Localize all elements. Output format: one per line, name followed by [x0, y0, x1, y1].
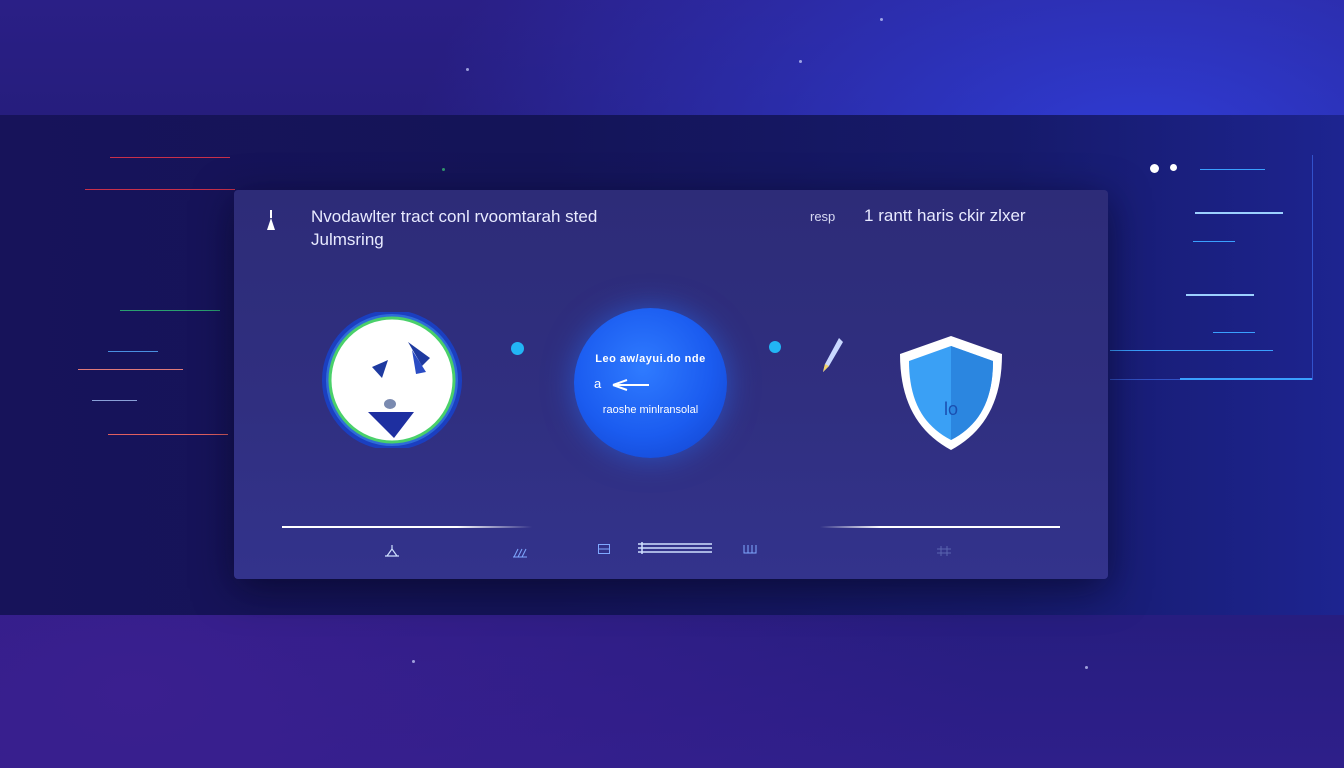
- progress-line-right: [820, 526, 1060, 528]
- deco-line: [108, 351, 158, 352]
- center-badge-line2: a: [594, 376, 651, 391]
- connector-dot: [511, 342, 524, 355]
- card-title: Nvodawlter tract conl rvoomtarah sted Ju…: [311, 205, 711, 251]
- progress-line-left: [282, 526, 532, 528]
- star: [1085, 666, 1088, 669]
- main-card: Nvodawlter tract conl rvoomtarah sted Ju…: [234, 190, 1108, 579]
- flask-small-icon[interactable]: [384, 545, 400, 557]
- menu-lines-icon[interactable]: [638, 542, 712, 554]
- card-title-line2: Julmsring: [311, 230, 384, 249]
- star: [442, 168, 445, 171]
- shield-icon[interactable]: lo: [894, 332, 1008, 454]
- columns-icon[interactable]: [743, 544, 757, 554]
- deco-line: [1110, 350, 1273, 351]
- deco-line: [120, 310, 220, 311]
- feather-icon: [823, 338, 843, 372]
- flask-icon: [267, 210, 275, 230]
- chart-lines-icon[interactable]: [513, 546, 527, 558]
- mascot-badge-icon[interactable]: [318, 312, 466, 448]
- star: [466, 68, 469, 71]
- deco-line: [92, 400, 137, 401]
- header-right: resp 1 rantt haris ckir zlxer: [810, 206, 1026, 226]
- arrow-left-icon: [612, 378, 649, 391]
- connector-dot: [769, 341, 781, 353]
- deco-line: [1195, 212, 1283, 214]
- center-badge-line1: Leo aw/ayui.do nde: [595, 353, 706, 365]
- window-icon[interactable]: [598, 544, 610, 554]
- deco-line: [85, 189, 235, 190]
- star: [799, 60, 802, 63]
- star: [412, 660, 415, 663]
- deco-line: [1180, 378, 1312, 380]
- deco-line: [1193, 241, 1235, 242]
- deco-line: [1186, 294, 1254, 296]
- deco-line: [108, 434, 228, 435]
- deco-line: [110, 157, 230, 158]
- star: [880, 18, 883, 21]
- shield-label: lo: [944, 399, 958, 419]
- deco-frame: [1110, 155, 1313, 380]
- deco-line: [78, 369, 183, 370]
- deco-line: [1213, 332, 1255, 333]
- center-badge-line3: raoshe minlransolal: [602, 404, 699, 416]
- header-right-small: resp: [810, 209, 836, 224]
- center-badge[interactable]: Leo aw/ayui.do nde a raoshe minlransolal: [574, 308, 727, 458]
- center-badge-letter: a: [594, 376, 602, 391]
- header-right-main: 1 rantt haris ckir zlxer: [864, 206, 1026, 225]
- card-title-line1: Nvodawlter tract conl rvoomtarah sted: [311, 207, 598, 226]
- deco-line: [1200, 169, 1265, 170]
- grid-icon[interactable]: [937, 546, 951, 556]
